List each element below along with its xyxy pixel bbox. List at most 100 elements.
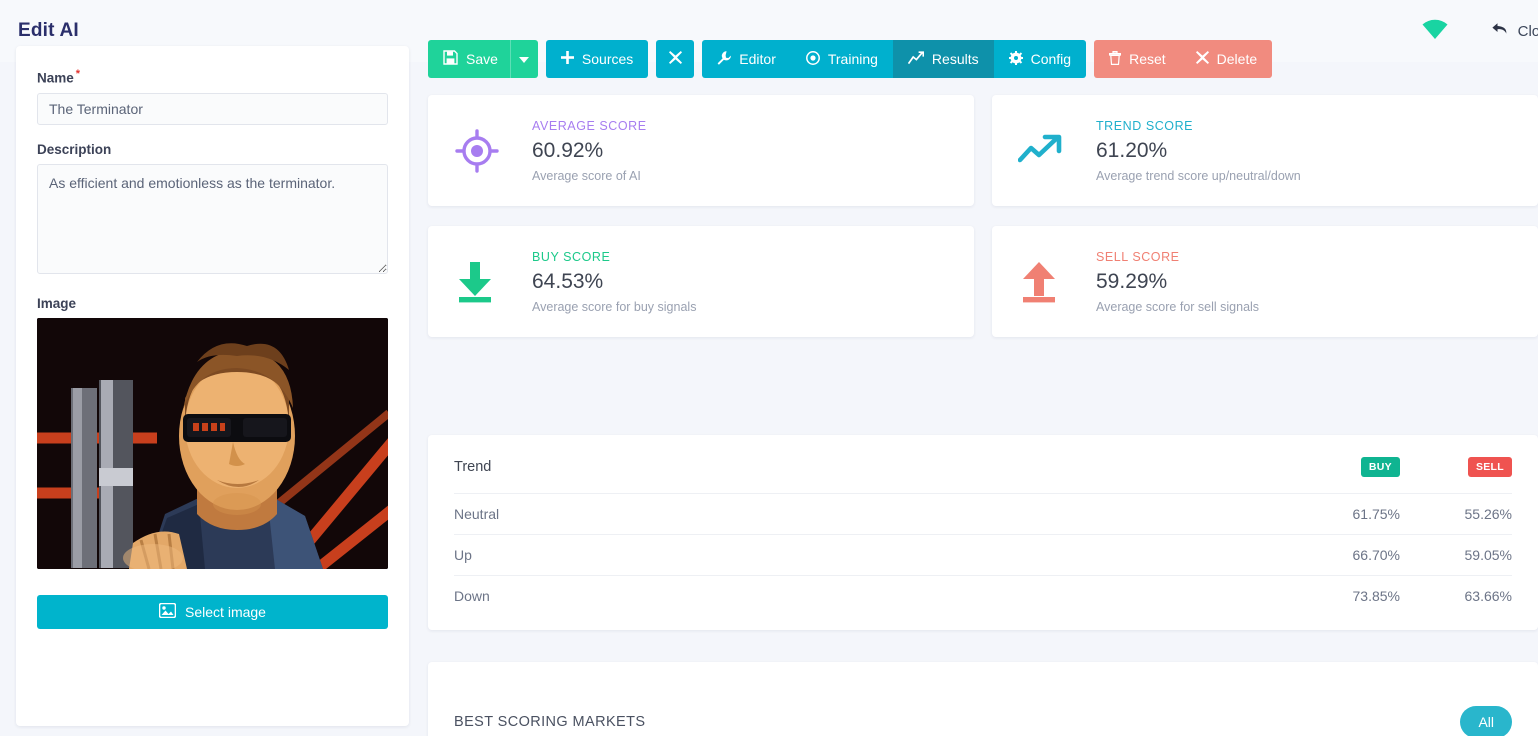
trend-table-body: Neutral 61.75% 55.26% Up 66.70% 59.05% D… (454, 493, 1512, 616)
trend-sell-value: 55.26% (1400, 493, 1512, 535)
trend-column-header: Trend (454, 459, 492, 475)
caret-down-icon (519, 51, 530, 67)
image-label: Image (37, 295, 77, 311)
select-image-button[interactable]: Select image (37, 594, 388, 629)
trend-buy-value: 66.70% (1288, 534, 1400, 576)
save-dropdown-button[interactable] (509, 40, 538, 78)
sell-score-body: SELL SCORE 59.29% Average score for sell… (1096, 250, 1259, 314)
clear-button[interactable] (656, 40, 695, 78)
average-score-card: AVERAGE SCORE 60.92% Average score of AI (428, 95, 974, 206)
reset-label: Reset (1129, 51, 1166, 67)
tab-training[interactable]: Training (790, 40, 893, 78)
chart-icon (907, 50, 925, 68)
header-actions: Close (1421, 18, 1538, 45)
table-row: Down 73.85% 63.66% (454, 575, 1512, 616)
average-score-title: AVERAGE SCORE (532, 118, 647, 133)
ai-avatar-image (37, 317, 388, 569)
select-image-label: Select image (185, 603, 266, 620)
save-button[interactable]: Save (428, 40, 510, 78)
trend-score-subtitle: Average trend score up/neutral/down (1096, 168, 1301, 183)
buy-badge: BUY (1360, 457, 1400, 477)
sell-column-header: SELL (1400, 457, 1512, 494)
table-row: Up 66.70% 59.05% (454, 534, 1512, 576)
buy-score-body: BUY SCORE 64.53% Average score for buy s… (532, 250, 696, 314)
buy-score-subtitle: Average score for buy signals (532, 299, 697, 314)
sources-label: Sources (581, 51, 634, 67)
trending-up-icon (1018, 132, 1096, 170)
sources-button[interactable]: Sources (545, 40, 649, 78)
average-score-body: AVERAGE SCORE 60.92% Average score of AI (532, 119, 647, 183)
required-marker: * (75, 68, 81, 80)
close-label: Close (1517, 22, 1538, 40)
sell-score-card: SELL SCORE 59.29% Average score for sell… (992, 226, 1538, 337)
table-row: Neutral 61.75% 55.26% (454, 493, 1512, 535)
action-toolbar: Save Sources Editor Training Results Con… (428, 40, 1273, 78)
buy-score-value: 64.53% (532, 269, 604, 293)
sell-badge: SELL (1467, 457, 1512, 477)
average-score-value: 60.92% (532, 138, 604, 162)
tab-training-label: Training (827, 51, 878, 67)
reset-button[interactable]: Reset (1094, 40, 1181, 78)
description-textarea[interactable] (37, 163, 388, 274)
average-score-subtitle: Average score of AI (532, 168, 641, 183)
trash-icon (1109, 50, 1122, 68)
tab-config[interactable]: Config (993, 40, 1087, 78)
download-arrow-icon (454, 260, 532, 304)
name-input[interactable] (37, 92, 388, 125)
score-cards: AVERAGE SCORE 60.92% Average score of AI… (428, 95, 1538, 357)
plus-icon (560, 51, 574, 67)
description-label: Description (37, 141, 112, 157)
score-cards-row-1: AVERAGE SCORE 60.92% Average score of AI… (428, 95, 1538, 206)
sell-score-value: 59.29% (1096, 269, 1168, 293)
trend-table-header-row: Trend BUY SELL (454, 457, 1512, 494)
gear-icon (1008, 50, 1023, 68)
page-title: Edit AI (18, 20, 79, 41)
terminator-poster-artwork (37, 317, 388, 569)
view-tabs: Editor Training Results Config (702, 40, 1087, 78)
close-button[interactable]: Close (1491, 21, 1538, 41)
all-filter-button[interactable]: All (1460, 706, 1512, 736)
description-field-block: Description (37, 142, 388, 279)
trend-sell-value: 63.66% (1400, 575, 1512, 616)
trend-name: Up (454, 534, 1288, 576)
delete-button[interactable]: Delete (1180, 40, 1273, 78)
trend-score-title: TREND SCORE (1096, 118, 1194, 133)
x-icon (1195, 51, 1209, 67)
buy-score-card: BUY SCORE 64.53% Average score for buy s… (428, 226, 974, 337)
trend-score-value: 61.20% (1096, 138, 1168, 162)
save-label: Save (466, 51, 498, 67)
score-cards-row-2: BUY SCORE 64.53% Average score for buy s… (428, 226, 1538, 337)
tab-editor-label: Editor (739, 51, 776, 67)
ai-details-panel: Name* Description Image (16, 46, 409, 726)
trend-score-body: TREND SCORE 61.20% Average trend score u… (1096, 119, 1301, 183)
tab-editor[interactable]: Editor (702, 40, 791, 78)
crosshair-target-icon (454, 128, 532, 174)
trend-buy-value: 61.75% (1288, 493, 1400, 535)
trend-summary-card: Trend BUY SELL Neutral 61.75% 55.26% Up (428, 435, 1538, 630)
trend-name: Down (454, 575, 1288, 616)
upload-arrow-icon (1018, 260, 1096, 304)
trend-name: Neutral (454, 493, 1288, 535)
buy-score-title: BUY SCORE (532, 249, 611, 264)
tab-config-label: Config (1030, 51, 1072, 67)
best-scoring-markets-card: BEST SCORING MARKETS All (428, 662, 1538, 736)
trend-sell-value: 59.05% (1400, 534, 1512, 576)
trend-buy-value: 73.85% (1288, 575, 1400, 616)
wifi-icon (1421, 18, 1449, 45)
tab-results-label: Results (931, 51, 979, 67)
name-label: Name * (37, 68, 81, 86)
buy-column-header: BUY (1288, 457, 1400, 494)
image-icon (158, 602, 177, 621)
x-icon (668, 51, 682, 67)
wrench-icon (717, 50, 732, 68)
best-scoring-markets-title: BEST SCORING MARKETS (454, 714, 646, 730)
tab-results[interactable]: Results (892, 40, 994, 78)
delete-label: Delete (1216, 51, 1258, 67)
edit-ai-page: Edit AI Close Name* (0, 0, 1538, 736)
sell-score-title: SELL SCORE (1096, 249, 1180, 264)
danger-actions: Reset Delete (1094, 40, 1273, 78)
back-arrow-icon (1491, 21, 1509, 41)
trend-score-card: TREND SCORE 61.20% Average trend score u… (992, 95, 1538, 206)
trend-table: Trend BUY SELL Neutral 61.75% 55.26% Up (454, 457, 1512, 616)
trend-table-head: Trend BUY SELL (454, 457, 1512, 494)
